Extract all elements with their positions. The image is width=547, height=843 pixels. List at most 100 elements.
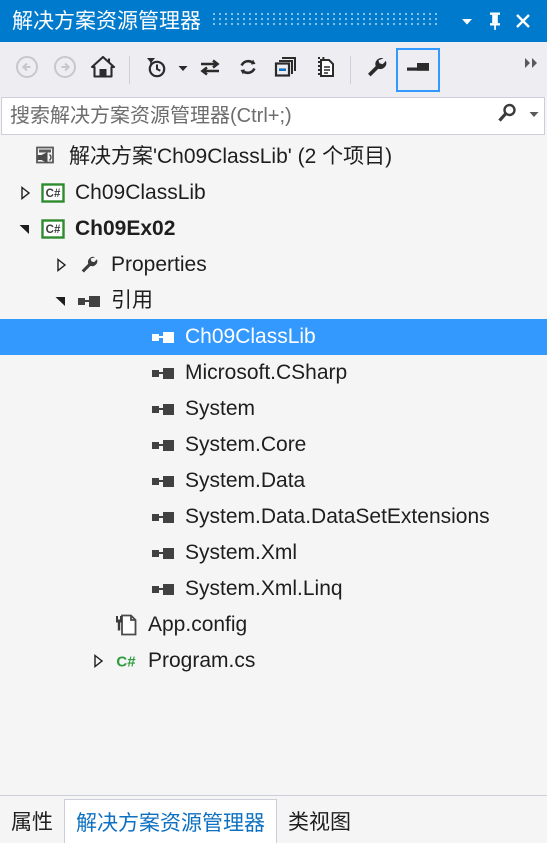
reference-icon	[148, 535, 178, 571]
tree-expander-placeholder	[122, 499, 148, 535]
properties-button[interactable]	[358, 51, 396, 89]
tree-expander-placeholder	[122, 463, 148, 499]
tree-expander-placeholder	[122, 319, 148, 355]
tree-expand-triangle-icon[interactable]	[85, 643, 111, 679]
tree-item-microsoft.csharp[interactable]: Microsoft.CSharp	[0, 355, 547, 391]
bottom-tab-1[interactable]: 解决方案资源管理器	[64, 799, 277, 843]
chevron-down-icon	[459, 13, 475, 29]
tree-expander-placeholder	[6, 139, 32, 175]
title-bar-drag-grip[interactable]	[211, 0, 443, 42]
reference-icon-shape	[152, 367, 174, 379]
collapse-all-button[interactable]	[267, 51, 305, 89]
tree-item-ch09classlib[interactable]: C# Ch09ClassLib	[0, 175, 547, 211]
toolbar-overflow-button[interactable]	[523, 56, 541, 74]
reference-icon	[148, 355, 178, 391]
tree-item-properties[interactable]: Properties	[0, 247, 547, 283]
reference-icon	[148, 319, 178, 355]
solution-explorer-window: 解决方案资源管理器 搜索解决方案资源管理器(Ctrl+;) 解决方案'Ch09C…	[0, 0, 547, 843]
tree-expander-placeholder	[85, 607, 111, 643]
show-all-files-icon	[310, 54, 338, 85]
preview-selected-items-button[interactable]	[396, 47, 440, 92]
tree-item-system.data.datasetextensions[interactable]: System.Data.DataSetExtensions	[0, 499, 547, 535]
tree-item-system.data[interactable]: System.Data	[0, 463, 547, 499]
config-file-icon	[111, 607, 141, 643]
reference-icon-shape	[152, 439, 174, 451]
refresh-button[interactable]	[229, 51, 267, 89]
bottom-tab-label: 解决方案资源管理器	[76, 811, 265, 835]
tree-item-app.config[interactable]: App.config	[0, 607, 547, 643]
tree-item-system.core[interactable]: System.Core	[0, 427, 547, 463]
tree-item-label: 解决方案'Ch09ClassLib' (2 个项目)	[69, 145, 393, 168]
sync-with-active-document-button[interactable]	[191, 51, 229, 89]
home-button[interactable]	[84, 51, 122, 89]
tree-item-label: System.Data.DataSetExtensions	[185, 505, 490, 528]
tree-expand-triangle-icon[interactable]	[12, 175, 38, 211]
wrench-icon	[74, 247, 104, 283]
tree-item-system.xml[interactable]: System.Xml	[0, 535, 547, 571]
svg-text:C#: C#	[46, 188, 61, 200]
wrench-icon	[363, 54, 391, 85]
double-chevron-right-icon	[523, 56, 541, 74]
reference-icon-shape	[152, 331, 174, 343]
tree-item--ch09classlib-2-[interactable]: 解决方案'Ch09ClassLib' (2 个项目)	[0, 139, 547, 175]
reference-icon	[74, 283, 104, 319]
search-bar	[0, 97, 547, 137]
csharp-project-icon: C#	[38, 211, 68, 247]
tree-expander-placeholder	[122, 391, 148, 427]
bottom-tab-label: 属性	[11, 811, 53, 834]
show-all-files-button[interactable]	[305, 51, 343, 89]
sync-arrows-icon	[196, 54, 224, 85]
tree-item-program.cs[interactable]: C# Program.cs	[0, 643, 547, 679]
tree-expander-placeholder	[122, 571, 148, 607]
bottom-tab-2[interactable]: 类视图	[277, 799, 362, 843]
tree-collapse-triangle-icon[interactable]	[48, 283, 74, 319]
pending-changes-filter-button[interactable]	[137, 51, 175, 89]
toolbar-separator-1	[129, 55, 130, 84]
tree-expander-placeholder	[122, 535, 148, 571]
back-button[interactable]	[8, 51, 46, 89]
tree-expand-triangle-icon[interactable]	[48, 247, 74, 283]
tree-item-ch09classlib[interactable]: Ch09ClassLib	[0, 319, 547, 355]
pending-changes-dropdown-arrow[interactable]	[175, 51, 191, 89]
close-window-button[interactable]	[509, 6, 537, 36]
home-icon	[89, 54, 117, 85]
search-input[interactable]	[2, 99, 490, 133]
pin-window-button[interactable]	[481, 6, 509, 36]
solution-explorer-toolbar	[0, 42, 547, 97]
search-options-dropdown[interactable]	[524, 99, 544, 133]
tree-item-label: Ch09Ex02	[75, 217, 176, 240]
close-icon	[513, 11, 533, 31]
tree-item-label: System.Xml	[185, 541, 298, 564]
tree-item--[interactable]: 引用	[0, 283, 547, 319]
bottom-tab-0[interactable]: 属性	[0, 799, 64, 843]
chevron-down-icon	[528, 107, 540, 125]
tree-item-label: System.Xml.Linq	[185, 577, 343, 600]
reference-icon-shape	[152, 547, 174, 559]
collapse-all-icon	[272, 54, 300, 85]
toolbar-separator-2	[350, 55, 351, 84]
tree-item-system[interactable]: System	[0, 391, 547, 427]
reference-icon	[148, 427, 178, 463]
reference-icon-shape	[78, 295, 100, 307]
solution-tree[interactable]: 解决方案'Ch09ClassLib' (2 个项目) C# Ch09ClassL…	[0, 137, 547, 795]
reference-icon	[148, 499, 178, 535]
window-menu-dropdown-button[interactable]	[453, 6, 481, 36]
tree-item-ch09ex02[interactable]: C# Ch09Ex02	[0, 211, 547, 247]
bottom-tab-label: 类视图	[288, 811, 351, 834]
csharp-project-icon: C#	[38, 175, 68, 211]
forward-button[interactable]	[46, 51, 84, 89]
tree-item-label: Microsoft.CSharp	[185, 361, 348, 384]
svg-text:C#: C#	[116, 654, 136, 671]
bottom-tab-strip: 属性 解决方案资源管理器 类视图	[0, 795, 547, 843]
reference-icon	[148, 571, 178, 607]
tree-item-label: System.Core	[185, 433, 307, 456]
tree-item-label: Program.cs	[148, 649, 256, 672]
reference-icon-shape	[152, 403, 174, 415]
solution-icon	[32, 139, 62, 175]
search-box[interactable]	[1, 97, 545, 135]
reference-icon-shape	[152, 475, 174, 487]
tree-item-label: System.Data	[185, 469, 306, 492]
tree-item-system.xml.linq[interactable]: System.Xml.Linq	[0, 571, 547, 607]
search-button[interactable]	[490, 99, 524, 133]
tree-collapse-triangle-icon[interactable]	[12, 211, 38, 247]
